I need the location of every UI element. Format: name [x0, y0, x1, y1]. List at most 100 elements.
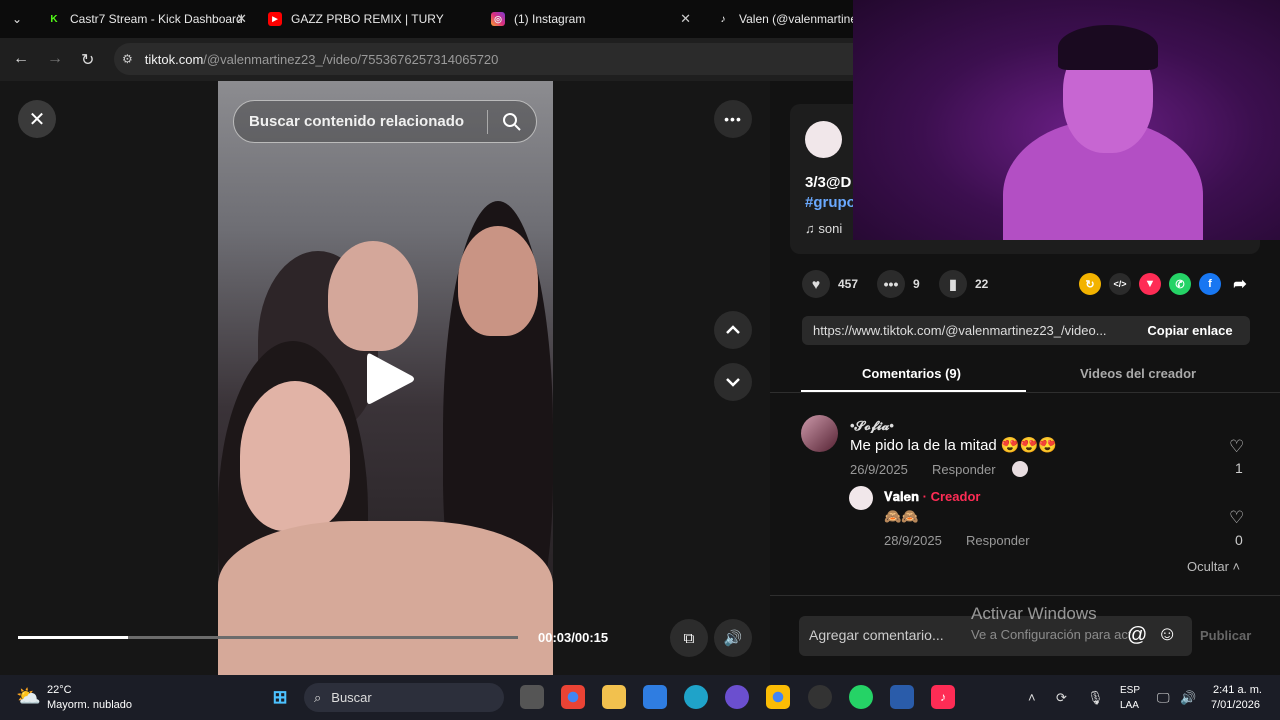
weather-temp[interactable]: 22°C: [47, 684, 72, 696]
task-view-icon[interactable]: [520, 685, 544, 709]
reply-header: 𝐕𝐚𝐥𝐞𝐧 · Creador: [884, 489, 980, 505]
sync-icon[interactable]: ⟳: [1056, 690, 1067, 706]
comment-like-count: 1: [1235, 460, 1243, 476]
start-icon[interactable]: ⊞: [268, 685, 292, 709]
comment-button[interactable]: ••• 9: [877, 270, 920, 298]
weather-icon[interactable]: ⛅: [16, 684, 41, 709]
publish-button[interactable]: Publicar: [1200, 628, 1251, 643]
activate-windows-title: Activar Windows: [971, 604, 1097, 623]
clock-time[interactable]: 2:41 a. m.: [1213, 684, 1262, 696]
tab-comments[interactable]: Comentarios (9): [862, 366, 961, 381]
reply-button[interactable]: Responder: [966, 533, 1030, 548]
weather-text[interactable]: Mayorm. nublado: [47, 699, 132, 711]
volume-icon[interactable]: 🔊: [1180, 690, 1196, 706]
search-icon: ⌕: [314, 689, 322, 705]
site-info-icon[interactable]: ⚙: [122, 52, 133, 66]
divider: [770, 392, 1280, 393]
tab-tiktok[interactable]: ♪ Valen (@valenmartinez: [716, 0, 854, 38]
close-video-button[interactable]: ✕: [18, 100, 56, 138]
play-icon[interactable]: [363, 350, 417, 408]
embed-icon[interactable]: </>: [1109, 273, 1131, 295]
tab-kick[interactable]: K Castr7 Stream - Kick Dashboard ✕: [47, 0, 247, 38]
tab-creator-videos[interactable]: Videos del creador: [1080, 366, 1196, 381]
app-icon[interactable]: [725, 685, 749, 709]
repost-icon[interactable]: ↻: [1079, 273, 1101, 295]
microphone-icon[interactable]: 🎙: [1087, 690, 1104, 706]
edge-icon[interactable]: [684, 685, 708, 709]
comment-username[interactable]: •𝓢𝓸𝓯𝓲𝓪•: [850, 418, 894, 434]
avatar[interactable]: [849, 486, 873, 510]
tab-title: (1) Instagram: [514, 12, 586, 26]
sound-link[interactable]: ♫ soni: [805, 221, 842, 236]
post-caption: 3/3@D: [805, 174, 852, 191]
tab-list-dropdown[interactable]: ⌄: [12, 0, 26, 38]
keyboard-layout[interactable]: LAA: [1120, 700, 1139, 711]
heart-outline-icon[interactable]: ♡: [1229, 437, 1244, 457]
whatsapp-icon[interactable]: ✆: [1169, 273, 1191, 295]
tab-instagram[interactable]: ◎ (1) Instagram ✕: [491, 0, 691, 38]
volume-icon: 🔊: [723, 630, 743, 647]
whatsapp-icon[interactable]: [849, 685, 873, 709]
close-icon: ✕: [28, 108, 46, 131]
file-explorer-icon[interactable]: [602, 685, 626, 709]
chrome-active-icon[interactable]: [766, 685, 790, 709]
reload-icon[interactable]: ↻: [81, 50, 94, 70]
creator-badge: · Creador: [922, 489, 981, 504]
avatar[interactable]: [805, 121, 842, 158]
facebook-icon[interactable]: f: [1199, 273, 1221, 295]
copy-link-button[interactable]: Copiar enlace: [1130, 316, 1250, 345]
url-path: /@valenmartinez23_/video/755367625731406…: [203, 51, 499, 67]
webcam-overlay: [853, 0, 1280, 240]
reply-button[interactable]: Responder: [932, 462, 996, 477]
previous-video-button[interactable]: [714, 311, 752, 349]
comment-text: Me pido la de la mitad 😍😍😍: [850, 437, 1057, 454]
url-field[interactable]: ⚙ tiktok.com /@valenmartinez23_/video/75…: [114, 43, 853, 75]
tiktok-icon[interactable]: ♪: [931, 685, 955, 709]
tab-title: Valen (@valenmartinez: [739, 12, 853, 26]
chrome-icon[interactable]: [561, 685, 585, 709]
obs-icon[interactable]: [808, 685, 832, 709]
close-icon[interactable]: ✕: [680, 11, 691, 27]
comment-username[interactable]: 𝐕𝐚𝐥𝐞𝐧: [884, 489, 919, 504]
search-icon[interactable]: [502, 112, 522, 132]
bookmark-icon: ▮: [939, 270, 967, 298]
chevron-up-icon: ˄: [1232, 559, 1241, 574]
more-options-button[interactable]: •••: [714, 100, 752, 138]
kick-icon: K: [50, 13, 58, 25]
divider: [770, 595, 1280, 596]
send-icon[interactable]: ▼: [1139, 273, 1161, 295]
share-arrow-icon[interactable]: ➦: [1229, 273, 1251, 295]
save-button[interactable]: ▮ 22: [939, 270, 988, 298]
video-time: 00:03/00:15: [538, 630, 609, 645]
forward-icon[interactable]: →: [47, 50, 63, 68]
progress-bar[interactable]: [18, 636, 518, 639]
taskbar-search[interactable]: ⌕ Buscar: [304, 683, 504, 712]
chevron-up-icon[interactable]: ˄: [1028, 690, 1036, 705]
language-indicator[interactable]: ESP: [1120, 685, 1140, 696]
creator-liked-avatar: [1012, 461, 1028, 477]
volume-button[interactable]: 🔊: [714, 619, 752, 657]
like-button[interactable]: ♥ 457: [802, 270, 858, 298]
hashtag-link[interactable]: #grupo: [805, 194, 856, 211]
next-video-button[interactable]: [714, 363, 752, 401]
clock-date[interactable]: 7/01/2026: [1211, 699, 1260, 711]
store-icon[interactable]: [643, 685, 667, 709]
tab-bar: ⌄ K Castr7 Stream - Kick Dashboard ✕ ▶ G…: [0, 0, 853, 38]
comment-date: 28/9/2025: [884, 533, 942, 548]
emoji-icon[interactable]: ☺: [1157, 623, 1177, 646]
app-icon[interactable]: [890, 685, 914, 709]
related-search-input[interactable]: Buscar contenido relacionado: [233, 100, 537, 143]
post-link: https://www.tiktok.com/@valenmartinez23_…: [813, 323, 1107, 338]
network-icon[interactable]: 🖵: [1157, 690, 1170, 706]
instagram-icon: ◎: [491, 12, 505, 26]
floating-player-button[interactable]: ⧉: [670, 619, 708, 657]
tab-youtube[interactable]: ▶ GAZZ PRBO REMIX | TURY: [268, 0, 482, 38]
avatar[interactable]: [801, 415, 838, 452]
floating-player-icon: ⧉: [683, 629, 695, 647]
tiktok-icon: ♪: [720, 13, 726, 25]
heart-outline-icon[interactable]: ♡: [1229, 508, 1244, 528]
close-icon[interactable]: ✕: [236, 11, 247, 27]
back-icon[interactable]: ←: [13, 50, 29, 68]
activate-windows-subtitle: Ve a Configuración para activar Windows.: [971, 627, 1131, 642]
hide-replies-button[interactable]: Ocultar ˄: [1187, 559, 1240, 574]
